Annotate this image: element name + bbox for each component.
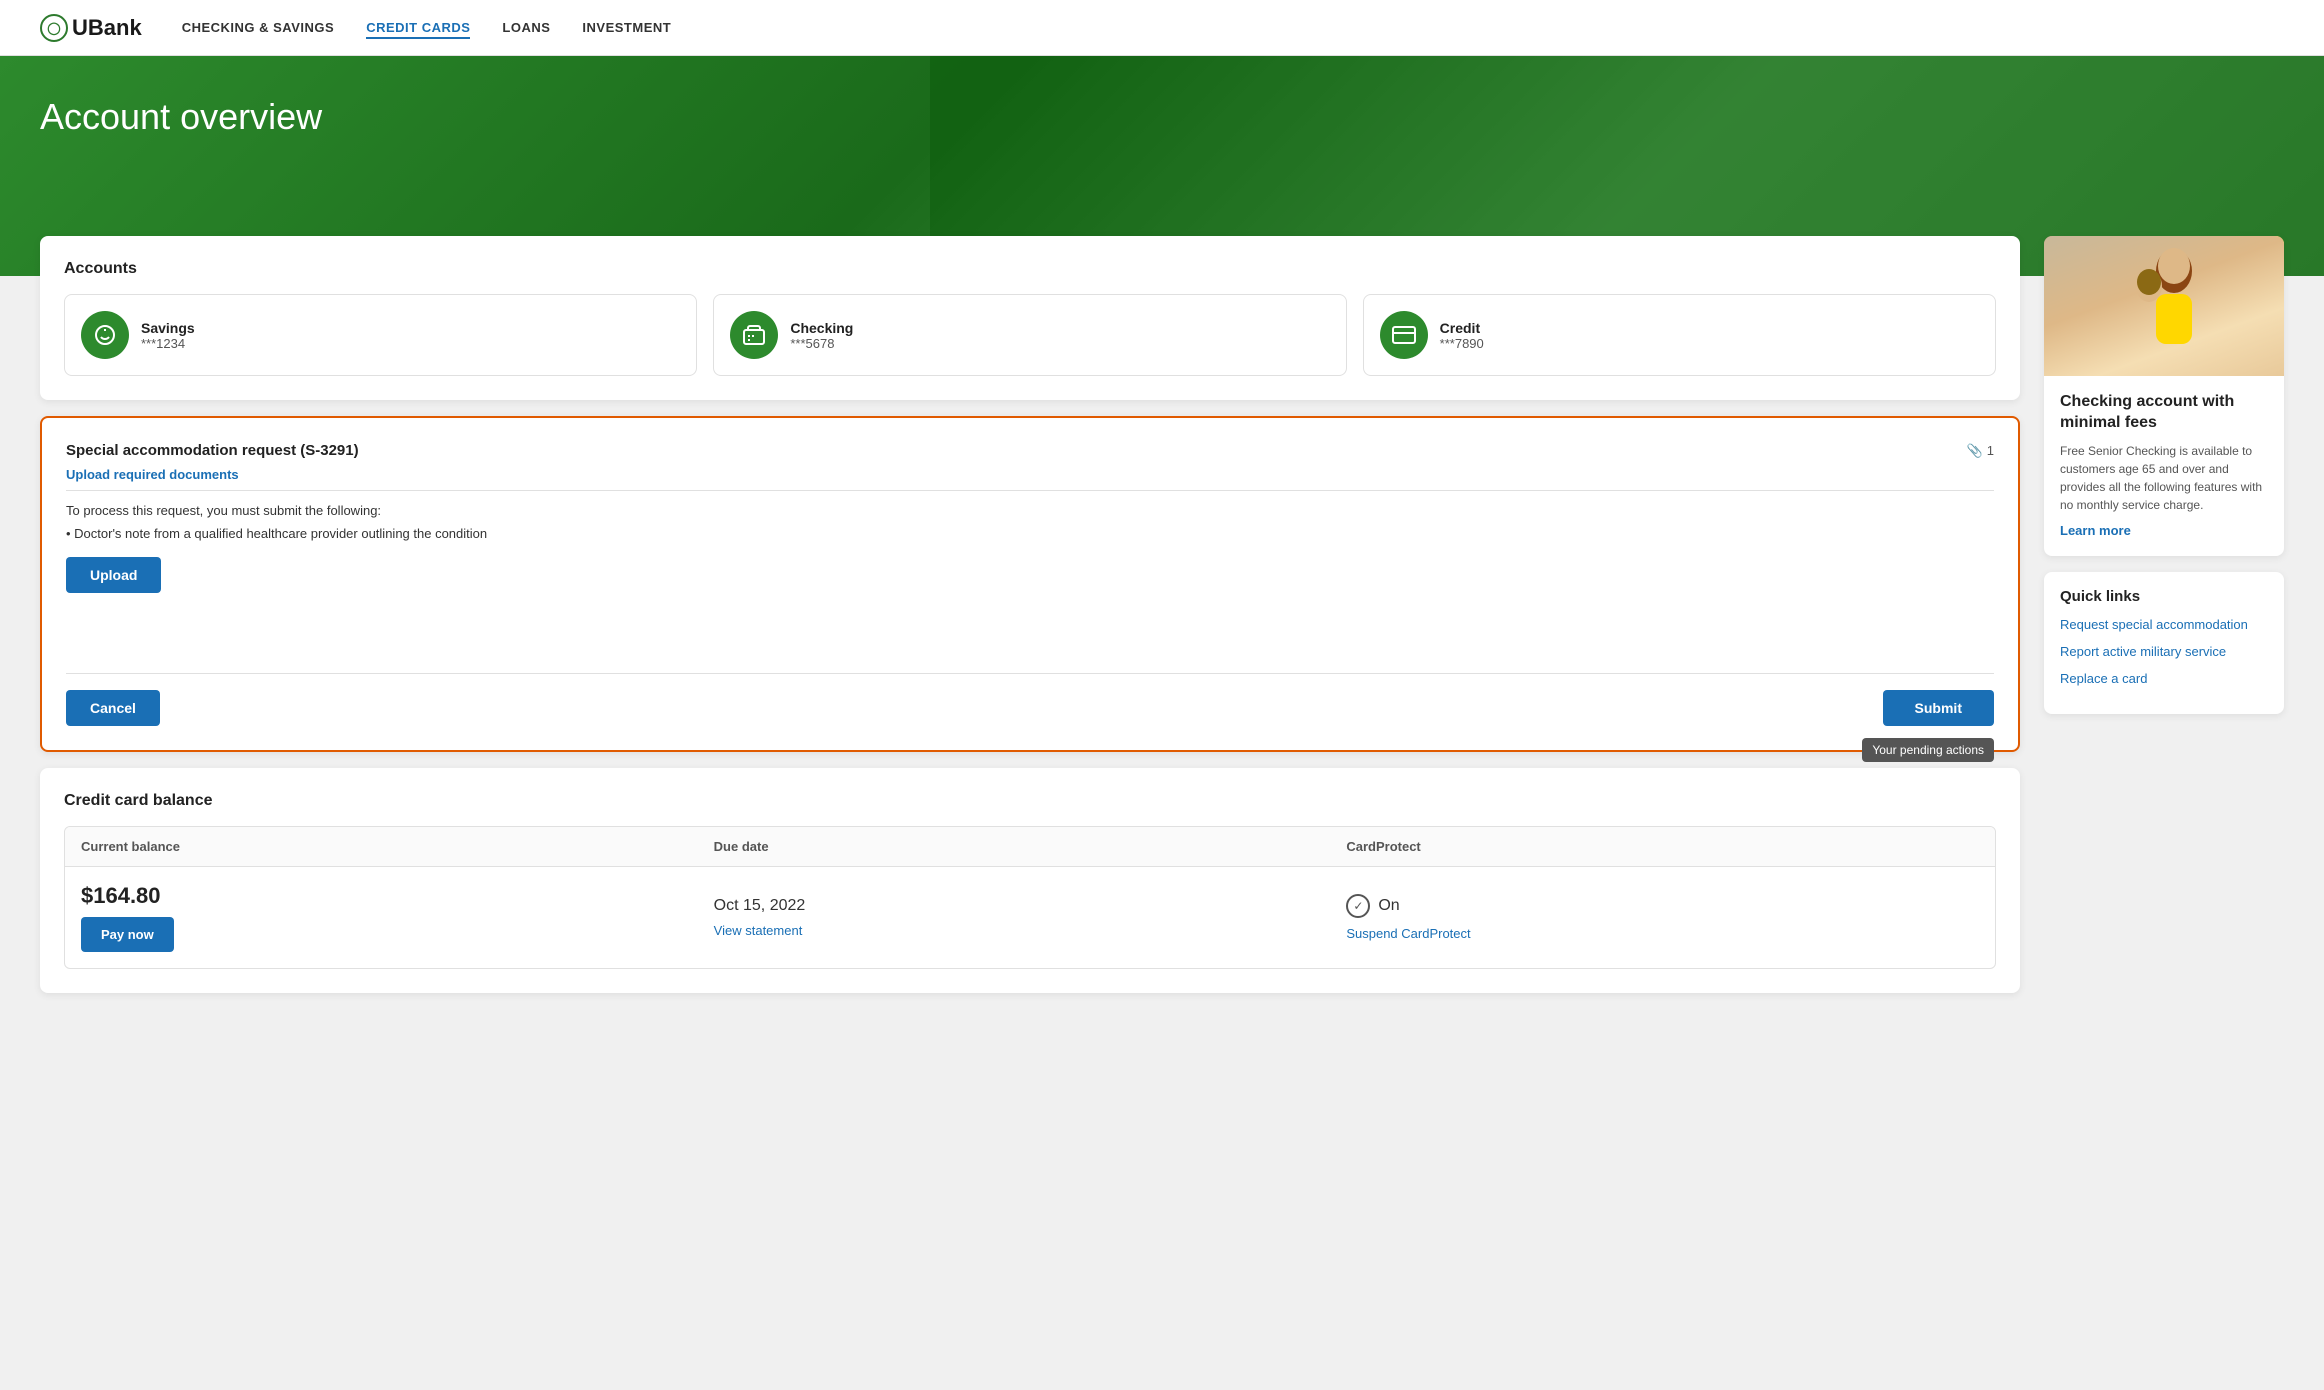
savings-name: Savings: [141, 320, 195, 336]
view-statement-link[interactable]: View statement: [714, 923, 803, 938]
promo-description: Free Senior Checking is available to cus…: [2060, 442, 2268, 514]
credit-balance-card: Credit card balance Current balance Due …: [40, 768, 2020, 993]
credit-number: ***7890: [1440, 336, 1484, 351]
credit-info: Credit ***7890: [1440, 320, 1484, 351]
accounts-row: Savings ***1234 Checking: [64, 294, 1996, 376]
cardprotect-status: ✓ On: [1346, 894, 1979, 918]
promo-title: Checking account with minimal fees: [2060, 392, 2268, 434]
upload-section-label: Upload required documents: [66, 467, 1994, 491]
col-header-due: Due date: [714, 839, 1347, 854]
credit-table-row: $164.80 Pay now Oct 15, 2022 View statem…: [65, 867, 1995, 968]
doc-item: • Doctor's note from a qualified healthc…: [66, 526, 1994, 541]
account-item-credit[interactable]: Credit ***7890: [1363, 294, 1996, 376]
promo-content: Checking account with minimal fees Free …: [2044, 376, 2284, 556]
accounts-title: Accounts: [64, 260, 1996, 278]
account-item-savings[interactable]: Savings ***1234: [64, 294, 697, 376]
submit-wrapper: Submit Your pending actions: [1883, 690, 1994, 726]
accommodation-header: Special accommodation request (S-3291) 📎…: [66, 442, 1994, 459]
due-date-col: Oct 15, 2022 View statement: [714, 897, 1347, 938]
balance-amount: $164.80: [81, 883, 714, 909]
credit-table: Current balance Due date CardProtect $16…: [64, 826, 1996, 969]
credit-icon: [1380, 311, 1428, 359]
credit-balance-title: Credit card balance: [64, 792, 1996, 810]
col-header-balance: Current balance: [81, 839, 714, 854]
quick-links-card: Quick links Request special accommodatio…: [2044, 572, 2284, 714]
col-header-cardprotect: CardProtect: [1346, 839, 1979, 854]
learn-more-link[interactable]: Learn more: [2060, 523, 2131, 538]
accounts-card: Accounts Savings ***1234: [40, 236, 2020, 400]
cardprotect-label: On: [1378, 897, 1399, 915]
upload-button[interactable]: Upload: [66, 557, 161, 593]
pending-actions-tooltip: Your pending actions: [1862, 738, 1994, 762]
submit-button[interactable]: Submit: [1883, 690, 1994, 726]
due-date: Oct 15, 2022: [714, 897, 1347, 915]
promo-card: Checking account with minimal fees Free …: [2044, 236, 2284, 556]
account-item-checking[interactable]: Checking ***5678: [713, 294, 1346, 376]
checking-info: Checking ***5678: [790, 320, 853, 351]
credit-name: Credit: [1440, 320, 1484, 336]
accommodation-title: Special accommodation request (S-3291): [66, 442, 359, 459]
main-layout: Accounts Savings ***1234: [0, 236, 2324, 1033]
left-column: Accounts Savings ***1234: [40, 236, 2020, 993]
credit-table-header: Current balance Due date CardProtect: [65, 827, 1995, 867]
right-column: Checking account with minimal fees Free …: [2044, 236, 2284, 993]
attachment-badge: 📎 1: [1967, 443, 1994, 459]
attachment-count: 1: [1987, 443, 1994, 458]
navigation: ◯ UBank CHECKING & SAVINGS CREDIT CARDS …: [0, 0, 2324, 56]
nav-checking-savings[interactable]: CHECKING & SAVINGS: [182, 20, 335, 35]
cardprotect-col: ✓ On Suspend CardProtect: [1346, 894, 1979, 941]
instruction-text: To process this request, you must submit…: [66, 503, 1994, 518]
savings-number: ***1234: [141, 336, 195, 351]
quick-link-accommodation[interactable]: Request special accommodation: [2060, 617, 2268, 632]
nav-investment[interactable]: INVESTMENT: [582, 20, 671, 35]
balance-col: $164.80 Pay now: [81, 883, 714, 952]
savings-icon: [81, 311, 129, 359]
cancel-button[interactable]: Cancel: [66, 690, 160, 726]
logo-icon: ◯: [40, 14, 68, 42]
nav-loans[interactable]: LOANS: [502, 20, 550, 35]
accommodation-footer: Cancel Submit Your pending actions: [66, 673, 1994, 726]
quick-link-replace-card[interactable]: Replace a card: [2060, 671, 2268, 686]
savings-info: Savings ***1234: [141, 320, 195, 351]
checking-name: Checking: [790, 320, 853, 336]
logo-text: UBank: [72, 15, 142, 41]
promo-illustration: [2114, 246, 2214, 376]
page-title: Account overview: [40, 96, 2284, 138]
nav-credit-cards[interactable]: CREDIT CARDS: [366, 20, 470, 39]
checking-number: ***5678: [790, 336, 853, 351]
quick-links-title: Quick links: [2060, 588, 2268, 605]
logo[interactable]: ◯ UBank: [40, 14, 142, 42]
checking-icon: [730, 311, 778, 359]
paperclip-icon: 📎: [1967, 443, 1983, 459]
quick-link-military[interactable]: Report active military service: [2060, 644, 2268, 659]
checkmark-icon: ✓: [1346, 894, 1370, 918]
accommodation-card: Special accommodation request (S-3291) 📎…: [40, 416, 2020, 752]
promo-image: [2044, 236, 2284, 376]
pay-now-button[interactable]: Pay now: [81, 917, 174, 952]
nav-links: CHECKING & SAVINGS CREDIT CARDS LOANS IN…: [182, 19, 672, 37]
suspend-cardprotect-link[interactable]: Suspend CardProtect: [1346, 926, 1470, 941]
